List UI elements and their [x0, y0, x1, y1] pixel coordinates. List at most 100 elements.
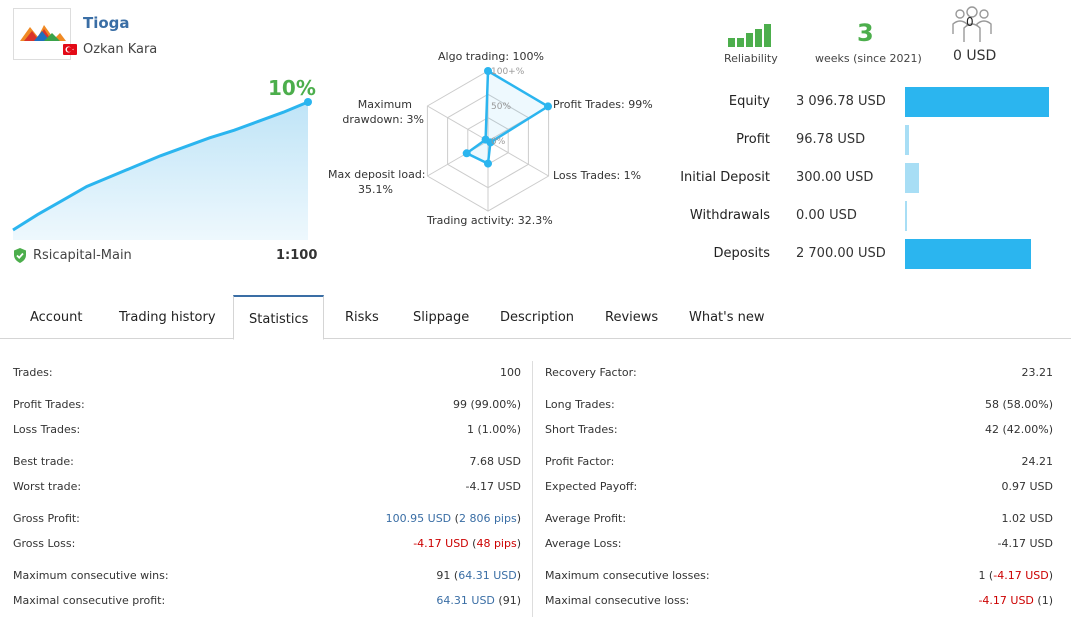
balance-label: Withdrawals — [689, 208, 770, 223]
stat-label: Trades: — [13, 366, 53, 379]
balance-bar — [905, 87, 1049, 117]
balance-bar — [905, 125, 910, 155]
weeks-label: weeks (since 2021) — [815, 52, 922, 65]
radar-label-profit-trades: Profit Trades: 99% — [553, 98, 653, 111]
stats-divider — [532, 361, 533, 617]
tab-trading-history[interactable]: Trading history — [119, 295, 216, 339]
stat-value: 1 (1.00%) — [466, 423, 521, 436]
stat-value: 0.97 USD — [1001, 480, 1054, 493]
stat-row: Long Trades: 58 (58.00%) — [545, 398, 1053, 416]
stat-label: Maximal consecutive loss: — [545, 594, 690, 607]
reliability-bar — [728, 37, 735, 47]
stat-label: Expected Payoff: — [545, 480, 638, 493]
radar-point — [484, 159, 492, 168]
stat-value: 24.21 — [1021, 455, 1054, 468]
subscribers-count: 0 — [966, 15, 974, 29]
stat-label: Gross Profit: — [13, 512, 80, 525]
stat-value: 42 (42.00%) — [984, 423, 1053, 436]
stat-row: Average Profit: 1.02 USD — [545, 512, 1053, 530]
growth-area — [13, 102, 308, 240]
radar-point — [544, 102, 552, 111]
tab-slippage[interactable]: Slippage — [413, 295, 469, 339]
stat-label: Maximum consecutive wins: — [13, 569, 169, 582]
stat-row: Trades: 100 — [13, 366, 521, 384]
radar-label-deposit-load: Max deposit load: 35.1% — [328, 168, 426, 196]
balance-profit: Profit 96.78 USD — [650, 124, 1060, 158]
balance-bar — [905, 201, 907, 231]
stat-value: 99 (99.00%) — [452, 398, 521, 411]
reliability-label: Reliability — [724, 52, 778, 65]
stat-label: Maximal consecutive profit: — [13, 594, 166, 607]
tab-account[interactable]: Account — [30, 295, 83, 339]
stat-value: -4.17 USD — [465, 480, 521, 493]
stat-label: Average Profit: — [545, 512, 627, 525]
balance-label: Equity — [728, 94, 770, 109]
radar-point — [462, 149, 471, 158]
provider-name[interactable]: Tioga — [83, 14, 130, 32]
growth-end-point — [304, 98, 312, 106]
radar-scale-0: 0% — [491, 137, 506, 147]
stat-row: Maximal consecutive profit: 64.31 USD (9… — [13, 594, 521, 612]
stat-row: Worst trade: -4.17 USD — [13, 480, 521, 498]
stat-row: Profit Factor: 24.21 — [545, 455, 1053, 473]
stat-label: Average Loss: — [545, 537, 622, 550]
stat-value: 23.21 — [1021, 366, 1054, 379]
stat-value: 64.31 USD (91) — [436, 594, 521, 607]
stat-value: 91 (64.31 USD) — [436, 569, 521, 582]
tab-bar: Account Trading history Statistics Risks… — [0, 295, 1071, 340]
radar-scale-100: 100+% — [491, 67, 525, 77]
radar-grid-spoke — [427, 105, 489, 142]
balance-label: Deposits — [713, 246, 770, 261]
stat-row: Profit Trades: 99 (99.00%) — [13, 398, 521, 416]
balance-value: 2 700.00 USD — [796, 246, 886, 261]
reliability-bar — [755, 28, 762, 47]
radar-label-drawdown: Maximum drawdown: 3% — [342, 98, 424, 126]
radar-scale-50: 50% — [491, 102, 511, 112]
stat-row: Recovery Factor: 23.21 — [545, 366, 1053, 384]
leverage: 1:100 — [276, 248, 318, 263]
stat-row: Expected Payoff: 0.97 USD — [545, 480, 1053, 498]
reliability-bars — [728, 23, 771, 47]
stat-label: Maximum consecutive losses: — [545, 569, 710, 582]
weeks-count: 3 — [857, 19, 874, 47]
stat-row: Loss Trades: 1 (1.00%) — [13, 423, 521, 441]
stat-value: -4.17 USD (48 pips) — [413, 537, 521, 550]
stat-label: Recovery Factor: — [545, 366, 637, 379]
stat-value: -4.17 USD — [997, 537, 1053, 550]
reliability-bar — [764, 24, 771, 47]
stat-row: Gross Profit: 100.95 USD (2 806 pips) — [13, 512, 521, 530]
balance-withdrawals: Withdrawals 0.00 USD — [650, 200, 1060, 234]
balance-bar — [905, 163, 919, 193]
stat-value: 58 (58.00%) — [984, 398, 1053, 411]
subscription-price: 0 USD — [953, 48, 997, 64]
stat-label: Short Trades: — [545, 423, 618, 436]
tab-description[interactable]: Description — [500, 295, 574, 339]
server-info[interactable]: Rsicapital-Main — [13, 248, 132, 263]
stat-row: Short Trades: 42 (42.00%) — [545, 423, 1053, 441]
balance-deposits: Deposits 2 700.00 USD — [650, 238, 1060, 272]
growth-chart — [12, 98, 312, 240]
shield-check-icon — [14, 248, 26, 263]
stat-row: Maximum consecutive losses: 1 (-4.17 USD… — [545, 569, 1053, 587]
stat-value: 100 — [500, 366, 521, 379]
tab-whats-new[interactable]: What's new — [689, 295, 765, 339]
tab-statistics[interactable]: Statistics — [233, 295, 325, 340]
stat-label: Worst trade: — [13, 480, 82, 493]
balance-initial-deposit: Initial Deposit 300.00 USD — [650, 162, 1060, 196]
balance-value: 0.00 USD — [796, 208, 857, 223]
tab-risks[interactable]: Risks — [345, 295, 379, 339]
tab-reviews[interactable]: Reviews — [605, 295, 658, 339]
stat-label: Loss Trades: — [13, 423, 81, 436]
reliability-bar — [746, 33, 753, 47]
balance-value: 300.00 USD — [796, 170, 874, 185]
owner-name[interactable]: Ozkan Kara — [83, 42, 157, 57]
stat-row: Best trade: 7.68 USD — [13, 455, 521, 473]
radar-label-algo: Algo trading: 100% — [438, 50, 545, 63]
stat-row: Average Loss: -4.17 USD — [545, 537, 1053, 555]
stat-label: Profit Trades: — [13, 398, 85, 411]
tr-flag-icon — [63, 44, 77, 55]
stat-row: Maximal consecutive loss: -4.17 USD (1) — [545, 594, 1053, 612]
stat-label: Gross Loss: — [13, 537, 76, 550]
stat-value: 100.95 USD (2 806 pips) — [385, 512, 521, 525]
stat-label: Best trade: — [13, 455, 74, 468]
